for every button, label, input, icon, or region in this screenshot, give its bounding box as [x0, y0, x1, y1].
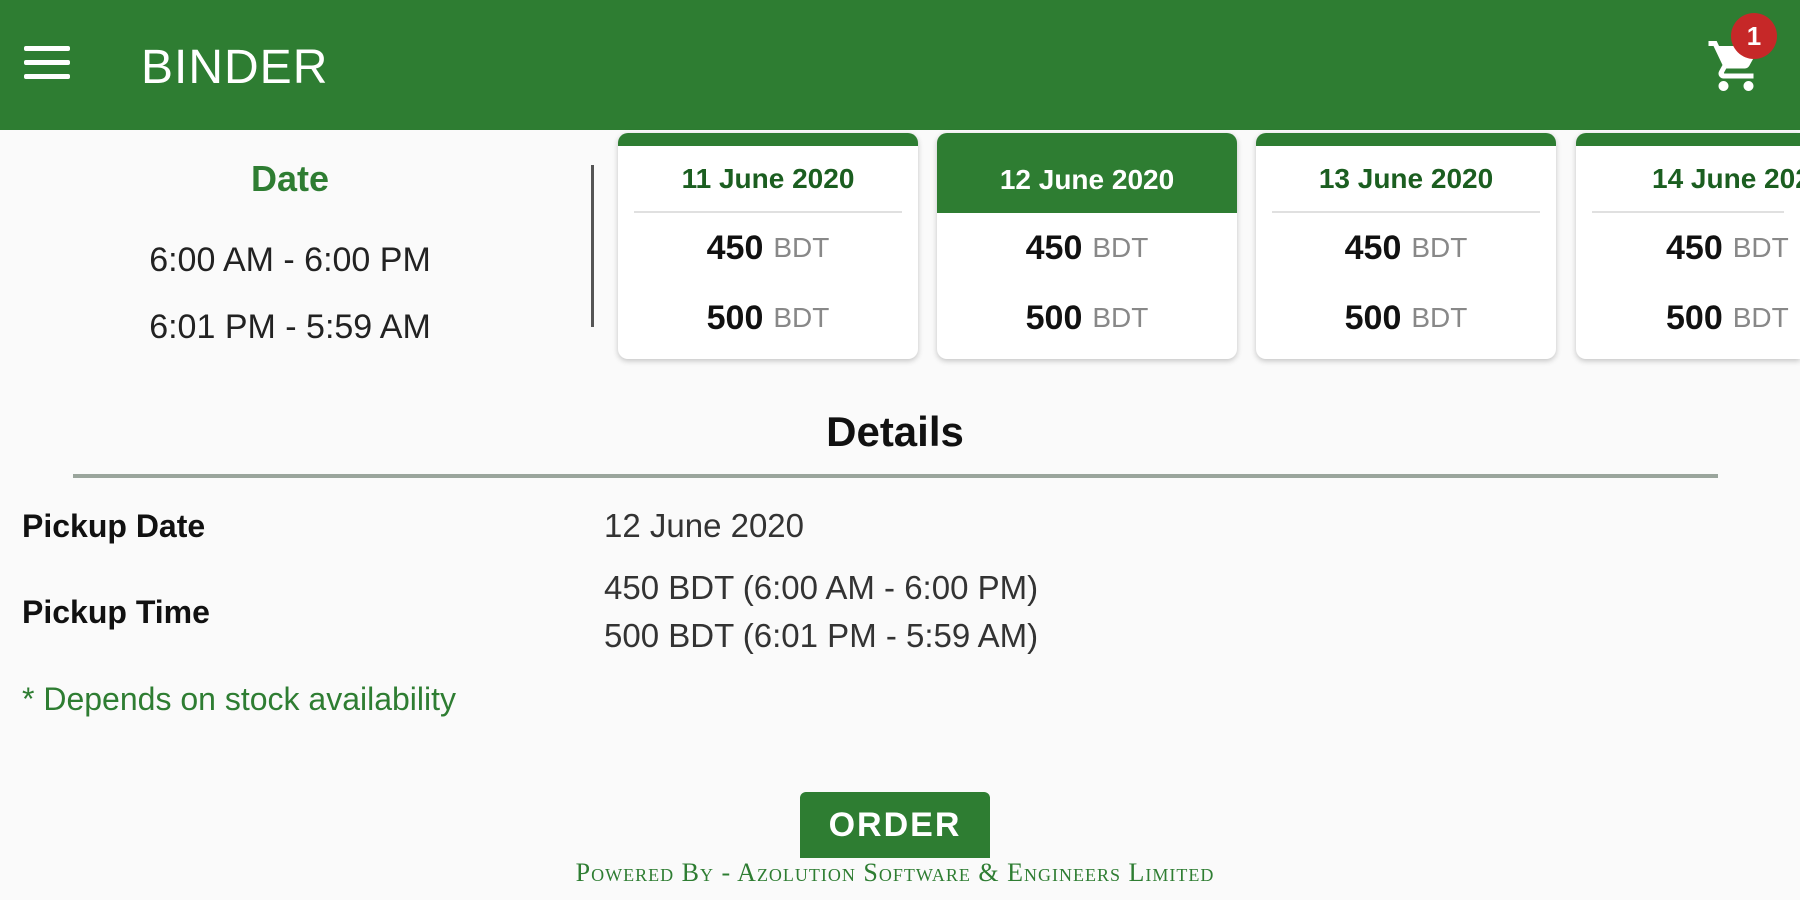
date-card-12-june[interactable]: 12 June 2020 450 BDT 500 BDT	[937, 133, 1237, 359]
date-card-11-june[interactable]: 11 June 2020 450 BDT 500 BDT	[618, 133, 918, 359]
price-currency: BDT	[1092, 232, 1149, 263]
card-price-day: 450 BDT	[937, 213, 1237, 283]
details-divider	[73, 474, 1718, 478]
card-price-night: 500 BDT	[1256, 283, 1556, 353]
pickup-time-label: Pickup Time	[22, 594, 210, 630]
menu-icon[interactable]	[24, 46, 70, 84]
price-value: 450	[1025, 228, 1083, 267]
date-header: Date	[250, 158, 330, 199]
price-value: 500	[1666, 298, 1723, 337]
card-price-day: 450 BDT	[618, 213, 918, 283]
pickup-time-value-day: 450 BDT (6:00 AM - 6:00 PM)	[604, 569, 1039, 606]
card-price-day: 450 BDT	[1576, 213, 1800, 283]
cart-count-badge: 1	[1731, 13, 1777, 59]
slot-label-day: 6:00 AM - 6:00 PM	[149, 241, 431, 279]
price-value: 500	[1344, 298, 1402, 337]
price-value: 500	[706, 298, 764, 337]
vertical-divider	[591, 165, 594, 327]
pickup-date-value: 12 June 2020	[604, 507, 805, 544]
price-currency: BDT	[1411, 302, 1468, 333]
details-title: Details	[826, 408, 964, 455]
price-value: 450	[1344, 228, 1402, 267]
app-bar: BINDER 1	[0, 0, 1800, 130]
price-currency: BDT	[1732, 302, 1789, 333]
price-value: 450	[706, 228, 764, 267]
price-currency: BDT	[773, 232, 830, 263]
price-currency: BDT	[1411, 232, 1468, 263]
footer-credit: Powered By - Azolution Software & Engine…	[575, 858, 1215, 887]
price-value: 450	[1666, 228, 1723, 267]
card-date: 13 June 2020	[1272, 146, 1540, 213]
card-price-night: 500 BDT	[618, 283, 918, 353]
card-price-day: 450 BDT	[1256, 213, 1556, 283]
date-card-13-june[interactable]: 13 June 2020 450 BDT 500 BDT	[1256, 133, 1556, 359]
card-date: 12 June 2020	[937, 146, 1237, 213]
pickup-date-label: Pickup Date	[22, 508, 206, 544]
stock-note: * Depends on stock availability	[22, 681, 457, 717]
app-title: BINDER	[141, 41, 329, 94]
price-currency: BDT	[1092, 302, 1149, 333]
pickup-time-value-night: 500 BDT (6:01 PM - 5:59 AM)	[604, 617, 1039, 654]
card-price-night: 500 BDT	[1576, 283, 1800, 353]
price-currency: BDT	[1732, 232, 1789, 263]
date-card-14-june[interactable]: 14 June 2020 450 BDT 500 BDT	[1576, 133, 1800, 359]
card-price-night: 500 BDT	[937, 283, 1237, 353]
order-button[interactable]: ORDER	[800, 792, 990, 858]
price-value: 500	[1025, 298, 1083, 337]
price-currency: BDT	[773, 302, 830, 333]
slot-label-night: 6:01 PM - 5:59 AM	[149, 308, 431, 346]
card-date: 11 June 2020	[634, 146, 902, 213]
card-date: 14 June 2020	[1592, 146, 1800, 213]
